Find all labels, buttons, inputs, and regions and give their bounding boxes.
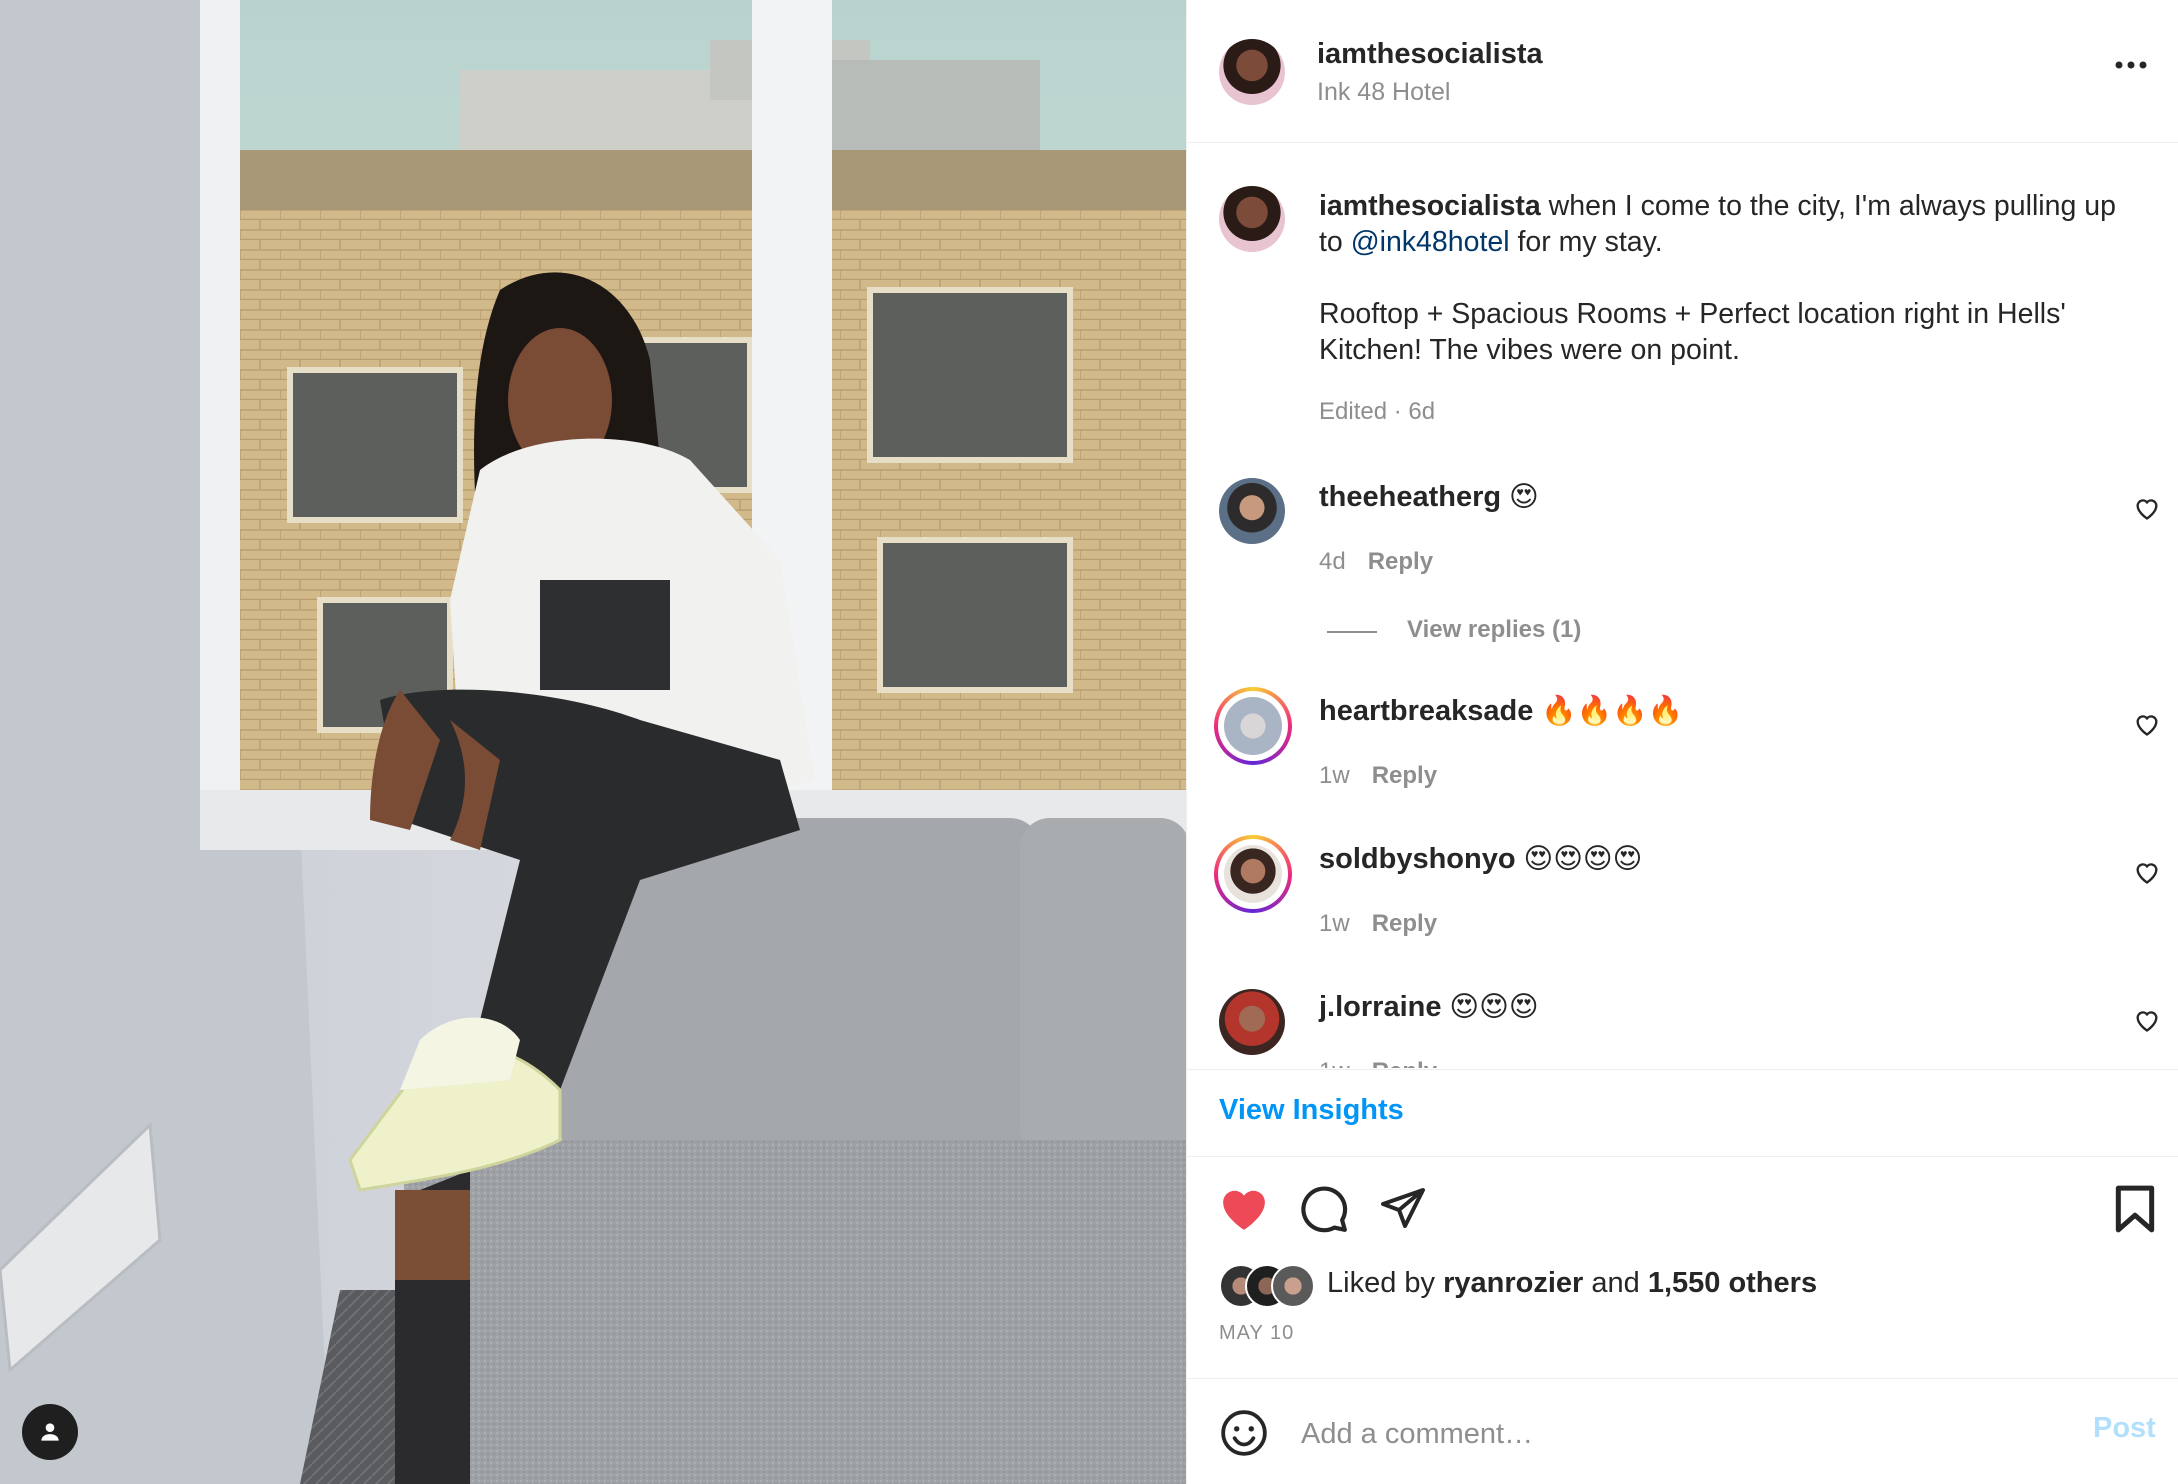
caption-text-2: for my stay. [1509, 226, 1663, 258]
bookmark-icon[interactable] [2113, 1184, 2157, 1234]
comment-meta: 4d Reply [1319, 548, 1433, 576]
comment-text: j.lorraine 😍😍😍 [1319, 990, 1539, 1024]
comment-like-icon[interactable] [2133, 858, 2161, 886]
post-comment-button[interactable]: Post [2093, 1412, 2156, 1445]
comment-username[interactable]: theeheatherg [1319, 481, 1501, 513]
caption-mention[interactable]: @ink48hotel [1351, 226, 1510, 258]
comment-avatar[interactable] [1224, 697, 1282, 755]
likes-summary: Liked by ryanrozier and 1,550 others [1327, 1267, 1817, 1300]
post-header: iamthesocialista Ink 48 Hotel [1187, 0, 2178, 143]
likes-prefix: Liked by [1327, 1267, 1444, 1299]
more-options-button[interactable] [2113, 58, 2149, 76]
share-icon[interactable] [1379, 1184, 1427, 1232]
emoji-icon[interactable] [1219, 1408, 1269, 1458]
post-image [0, 0, 1186, 1484]
add-comment-input[interactable] [1299, 1408, 2083, 1460]
comment-text: heartbreaksade 🔥🔥🔥🔥 [1319, 694, 1683, 728]
comment-avatar[interactable] [1219, 478, 1285, 544]
user-tag-button[interactable] [22, 1404, 78, 1460]
comment-body: 😍 [1509, 481, 1539, 513]
comment-like-icon[interactable] [2133, 494, 2161, 522]
comment-meta: 1w Reply [1319, 1058, 1437, 1068]
more-options-icon [2115, 61, 2147, 69]
comment-item: j.lorraine 😍😍😍 1w Reply [1187, 980, 2178, 1068]
reply-button[interactable]: Reply [1372, 1058, 1437, 1068]
user-tag-icon [41, 1423, 59, 1441]
comment-text: soldbyshonyo 😍😍😍😍 [1319, 842, 1642, 876]
comment-time: 1w [1319, 762, 1350, 789]
comment-username[interactable]: j.lorraine [1319, 991, 1442, 1023]
comment-body: 😍😍😍😍 [1523, 843, 1643, 875]
comment-time: 1w [1319, 1058, 1350, 1068]
author-username[interactable]: iamthesocialista [1317, 38, 1543, 71]
heart-icon[interactable] [1219, 1186, 1269, 1232]
view-replies-button[interactable]: View replies (1) [1407, 616, 1581, 644]
comment-avatar[interactable] [1224, 845, 1282, 903]
comment-time: 1w [1319, 910, 1350, 937]
comment-username[interactable]: heartbreaksade [1319, 695, 1533, 727]
post-location[interactable]: Ink 48 Hotel [1317, 78, 1450, 107]
comment-body: 😍😍😍 [1449, 991, 1539, 1023]
comment-like-icon[interactable] [2133, 1006, 2161, 1034]
reply-button[interactable]: Reply [1372, 910, 1437, 937]
reply-button[interactable]: Reply [1372, 762, 1437, 789]
liked-by-avatars[interactable] [1219, 1264, 1329, 1308]
post-caption: iamthesocialista when I come to the city… [1319, 188, 2139, 430]
replies-line [1327, 631, 1377, 633]
comment-avatar[interactable] [1219, 989, 1285, 1055]
divider [1187, 1156, 2178, 1157]
comment-body: 🔥🔥🔥🔥 [1541, 695, 1684, 727]
divider [1187, 1378, 2178, 1379]
comment-time: 4d [1319, 548, 1346, 575]
caption-avatar[interactable] [1219, 186, 1285, 252]
caption-paragraph-2: Rooftop + Spacious Rooms + Perfect locat… [1319, 298, 2066, 366]
liker-avatar [1271, 1264, 1315, 1308]
divider [1187, 1069, 2178, 1070]
reply-button[interactable]: Reply [1368, 548, 1433, 575]
comment-meta: 1w Reply [1319, 762, 1437, 790]
post-date: MAY 10 [1219, 1322, 1295, 1344]
post-panel: iamthesocialista Ink 48 Hotel iamthesoci… [1186, 0, 2178, 1484]
comment-icon[interactable] [1299, 1184, 1349, 1234]
comment-text: theeheatherg 😍 [1319, 480, 1539, 514]
caption-meta: Edited · 6d [1319, 398, 1436, 425]
author-avatar[interactable] [1219, 39, 1285, 105]
likes-others-link[interactable]: 1,550 others [1648, 1267, 1817, 1299]
comment-username[interactable]: soldbyshonyo [1319, 843, 1516, 875]
likes-middle: and [1583, 1267, 1648, 1299]
comment-like-icon[interactable] [2133, 710, 2161, 738]
view-insights-link[interactable]: View Insights [1219, 1094, 1404, 1127]
comment-meta: 1w Reply [1319, 910, 1437, 938]
caption-username[interactable]: iamthesocialista [1319, 190, 1541, 222]
liked-by-user[interactable]: ryanrozier [1443, 1267, 1583, 1299]
post-photo[interactable] [0, 0, 1186, 1484]
